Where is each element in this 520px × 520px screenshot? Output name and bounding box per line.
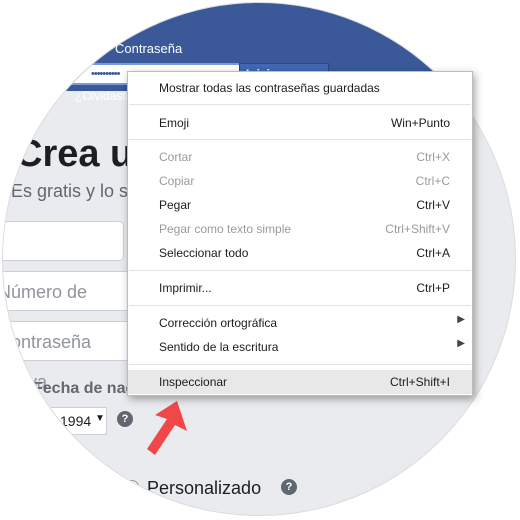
menu-item-cut: Cortar Ctrl+X	[128, 145, 472, 169]
help-icon[interactable]: ?	[281, 479, 297, 495]
password-label: Contraseña	[115, 41, 183, 56]
menu-item-spellcheck[interactable]: Corrección ortográfica ▶	[128, 311, 472, 335]
menu-separator	[129, 305, 471, 306]
menu-separator	[129, 104, 471, 105]
menu-item-emoji[interactable]: Emoji Win+Punto	[128, 111, 472, 135]
menu-item-shortcut: Ctrl+A	[416, 246, 450, 260]
menu-item-label: Corrección ortográfica	[159, 316, 278, 330]
chevron-right-icon: ▶	[457, 314, 465, 325]
menu-item-select-all[interactable]: Seleccionar todo Ctrl+A	[128, 241, 472, 265]
menu-item-label: Sentido de la escritura	[159, 340, 279, 354]
help-icon[interactable]: ?	[117, 411, 133, 427]
menu-item-label: Cortar	[159, 150, 193, 164]
menu-item-label: Imprimir...	[159, 281, 212, 295]
menu-separator	[129, 139, 471, 140]
menu-item-label: Mostrar todas las contraseñas guardadas	[159, 81, 380, 95]
menu-item-shortcut: Ctrl+Shift+V	[385, 222, 450, 236]
last-name-input[interactable]	[3, 221, 124, 261]
menu-item-label: Pegar como texto simple	[159, 222, 292, 236]
red-arrow-icon	[147, 401, 187, 455]
menu-item-label: Pegar	[159, 198, 192, 212]
menu-item-copy: Copiar Ctrl+C	[128, 169, 472, 193]
menu-item-shortcut: Ctrl+C	[415, 174, 450, 188]
menu-item-shortcut: Ctrl+X	[416, 150, 450, 164]
birth-year-value: 1994	[60, 413, 92, 429]
phone-email-input[interactable]: Número de celular o correo	[3, 271, 143, 342]
new-password-input[interactable]: Contraseña nueva	[3, 321, 143, 392]
menu-item-paste-plain: Pegar como texto simple Ctrl+Shift+V	[128, 217, 472, 241]
forgot-password-link[interactable]: ¿Olvidaste	[75, 89, 132, 103]
menu-separator	[129, 364, 471, 365]
menu-separator	[129, 270, 471, 271]
password-dots: ••••••••••	[91, 68, 120, 80]
menu-item-paste[interactable]: Pegar Ctrl+V	[128, 193, 472, 217]
menu-item-label: Inspeccionar	[159, 375, 228, 389]
menu-item-writing-direction[interactable]: Sentido de la escritura ▶	[128, 335, 472, 359]
dropdown-caret-icon: ▼	[95, 413, 105, 424]
context-menu: Mostrar todas las contraseñas guardadas …	[127, 71, 473, 396]
menu-item-label: Copiar	[159, 174, 195, 188]
menu-item-shortcut: Ctrl+P	[416, 281, 450, 295]
menu-item-inspect[interactable]: Inspeccionar Ctrl+Shift+I	[128, 370, 472, 394]
custom-gender-label: Personalizado	[147, 478, 262, 498]
menu-item-label: Seleccionar todo	[159, 246, 249, 260]
chevron-right-icon: ▶	[457, 338, 465, 349]
menu-item-shortcut: Win+Punto	[390, 116, 450, 130]
menu-item-label: Emoji	[159, 116, 190, 130]
menu-item-shortcut: Ctrl+V	[416, 198, 450, 212]
menu-item-show-passwords[interactable]: Mostrar todas las contraseñas guardadas	[128, 76, 472, 100]
screenshot-stage: Contraseña •••••••••• Iniciar sesión ¿Ol…	[0, 0, 520, 520]
menu-item-print[interactable]: Imprimir... Ctrl+P	[128, 276, 472, 300]
menu-item-shortcut: Ctrl+Shift+I	[389, 375, 450, 389]
custom-gender-radio[interactable]	[125, 480, 139, 494]
